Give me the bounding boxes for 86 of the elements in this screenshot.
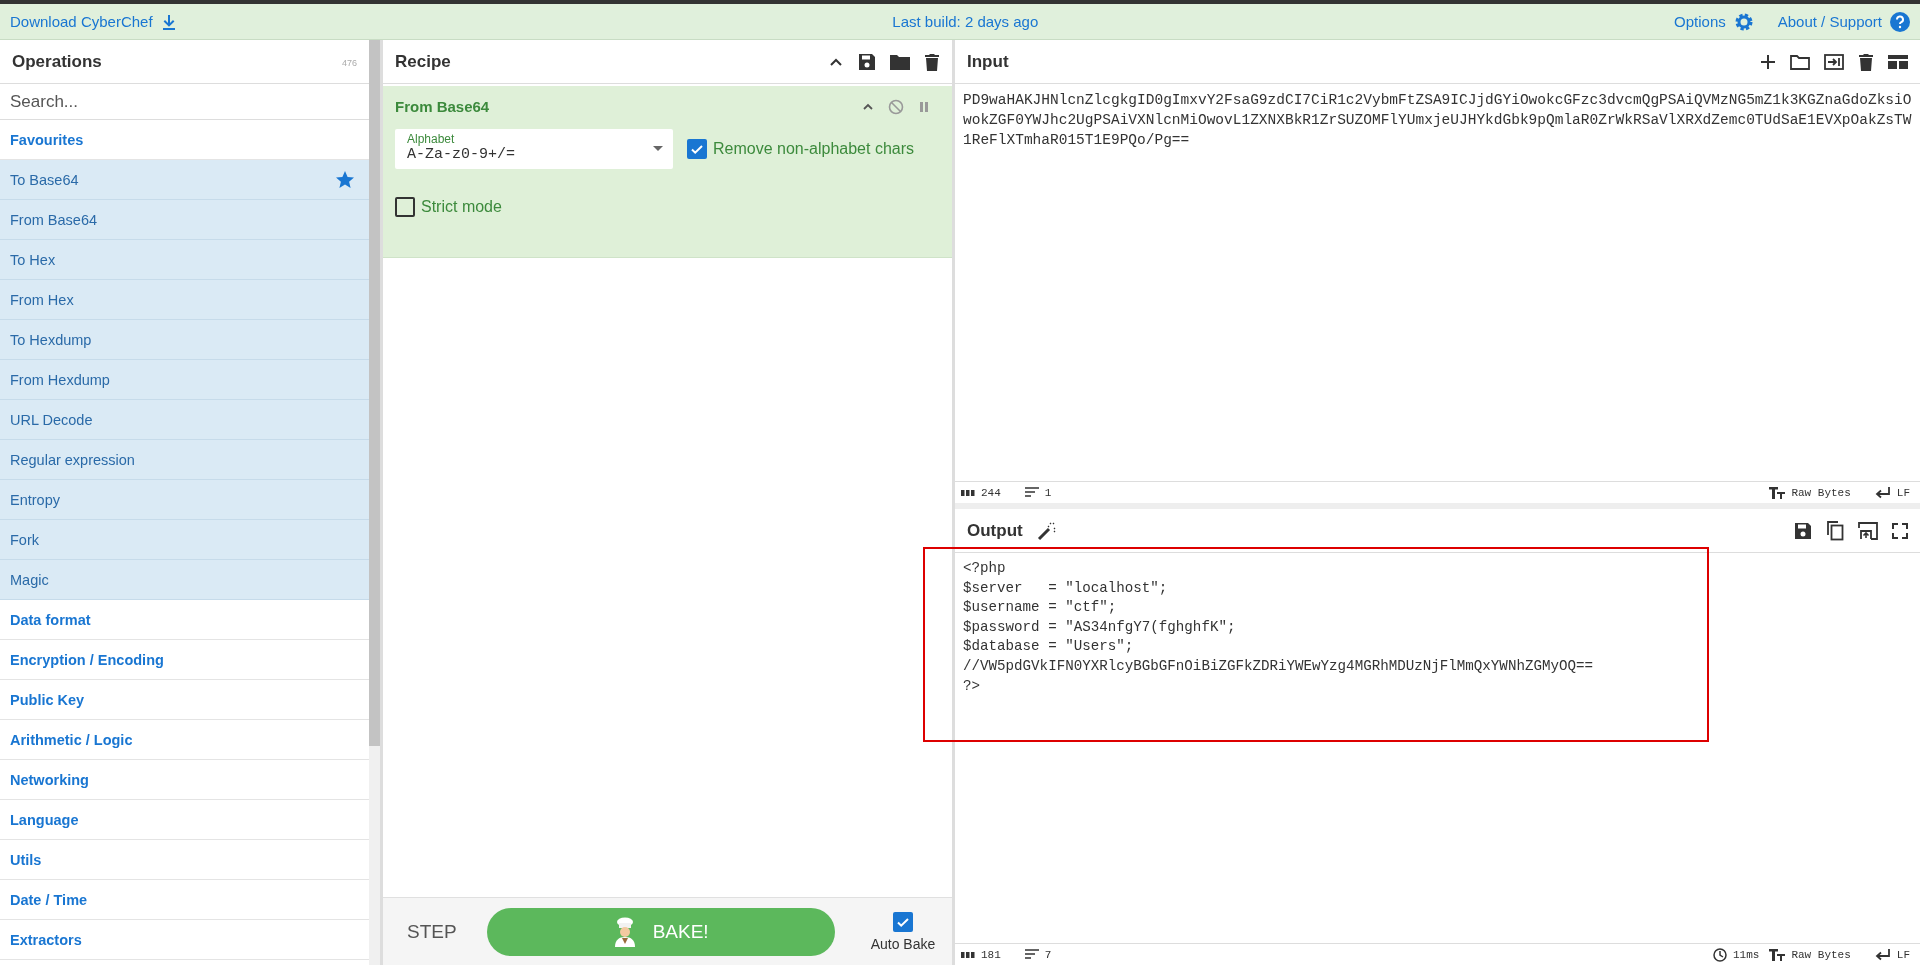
plus-icon[interactable]: [1760, 53, 1776, 70]
settings-icon[interactable]: [1733, 11, 1754, 32]
alphabet-select[interactable]: Alphabet A-Za-z0-9+/=: [395, 129, 673, 169]
operation-item[interactable]: From Hexdump: [0, 360, 369, 400]
operation-item[interactable]: To Base64: [0, 160, 369, 200]
line-count: 1: [1044, 486, 1052, 499]
step-button[interactable]: STEP: [407, 920, 457, 943]
bake-button[interactable]: BAKE!: [486, 907, 835, 956]
output-text-area[interactable]: <?php $server = "localhost"; $username = "ctf"; $password = "AS34nfgY7(fghghfK"; $database = "Users"; //VW5pdGVkIFN0YXRlcyBGbGFnOiBiZGFkZDRiYWEwYzg4MGRhMDUzNjFlMmQxYWNhZGMyOQ== ?>: [955, 553, 1920, 943]
category-header[interactable]: Utils: [0, 840, 369, 880]
code-line: $username = "ctf";: [963, 598, 1118, 618]
operation-item[interactable]: Fork: [0, 520, 369, 560]
layout-icon[interactable]: [1888, 53, 1908, 70]
panel-title: Recipe: [395, 51, 451, 72]
delete-icon[interactable]: [1858, 52, 1874, 71]
category-header[interactable]: Data format: [0, 600, 369, 640]
delete-icon[interactable]: [924, 52, 940, 71]
operation-item[interactable]: To Hex: [0, 240, 369, 280]
character-count: 181: [981, 948, 1001, 961]
about-link[interactable]: About / Support: [1777, 13, 1882, 30]
checkbox[interactable]: [892, 911, 913, 932]
lines-icon: [1024, 486, 1039, 499]
option-label: Strict mode: [421, 198, 502, 216]
caret-icon[interactable]: [653, 146, 663, 152]
category-header[interactable]: Language: [0, 800, 369, 840]
code-line: $server = "localhost";: [963, 578, 1169, 598]
eol-label[interactable]: LF: [1896, 486, 1910, 499]
panel-title: Output: [967, 520, 1023, 541]
operation-item[interactable]: Entropy: [0, 480, 369, 520]
category-header[interactable]: Public Key: [0, 680, 369, 720]
input-text-area[interactable]: PD9waHAKJHNlcnZlcgkgID0gImxvY2FsaG9zdCI7CiR1c2VybmFtZSA9ICJjdGYiOwokcGFzc3dvcmQgPSAiQVMzNG5mZ1k3KGZnaGdoZksiOwokZGF0YWJhc2UgPSAiVXNlcnMiOwovL1ZXNXBkR1ZrSUZOMFlYUmxjeUJHYkdGbk9pQmlaR0ZrWkRSaVlXRXdZemc0TUdSaE1EVXpOakZsTW1ReFlXTmhaR015T1E9PQo/Pg==: [955, 84, 1920, 481]
operation-item[interactable]: From Hex: [0, 280, 369, 320]
operation-count: 476: [341, 58, 357, 68]
magic-wand-icon[interactable]: [1036, 520, 1057, 541]
download-link[interactable]: Download CyberChef: [10, 13, 153, 30]
import-icon[interactable]: [1824, 53, 1844, 70]
category-header[interactable]: Date / Time: [0, 880, 369, 920]
character-count: 244: [981, 486, 1001, 499]
encoding-label[interactable]: Raw Bytes: [1791, 486, 1851, 499]
build-info: Last build: 2 days ago: [891, 13, 1040, 30]
download-icon[interactable]: [160, 13, 177, 30]
copy-icon[interactable]: [1826, 520, 1844, 541]
code-line: $database = "Users";: [963, 637, 1135, 657]
options-link[interactable]: Options: [1674, 13, 1726, 30]
option-label: Remove non-alphabet chars: [713, 140, 914, 158]
code-line: //VW5pdGVkIFN0YXRlcyBGbGFnOiBiZGFkZDRiYWEwYzg4MGRhMDUzNjFlMmQxYWNhZGMyOQ==: [963, 656, 1595, 676]
save-icon[interactable]: [858, 52, 876, 71]
text-size-icon[interactable]: [1769, 486, 1786, 499]
operation-item[interactable]: Magic: [0, 560, 369, 600]
characters-icon: [961, 951, 975, 958]
fullscreen-icon[interactable]: [1892, 522, 1908, 539]
panel-title: Input: [967, 51, 1009, 72]
operation-item[interactable]: URL Decode: [0, 400, 369, 440]
operation-item[interactable]: Regular expression: [0, 440, 369, 480]
category-header[interactable]: Extractors: [0, 920, 369, 960]
encoding-label[interactable]: Raw Bytes: [1791, 948, 1851, 961]
code-line: $password = "AS34nfgY7(fghghfK";: [963, 617, 1237, 637]
code-line: <?php: [963, 559, 1007, 578]
replace-input-icon[interactable]: [1858, 521, 1878, 540]
text-size-icon[interactable]: [1769, 948, 1786, 961]
line-count: 7: [1044, 948, 1052, 961]
auto-bake-label: Auto Bake: [870, 935, 936, 952]
panel-title: Operations: [12, 51, 102, 72]
star-icon[interactable]: [335, 170, 355, 190]
category-header[interactable]: Encryption / Encoding: [0, 640, 369, 680]
folder-icon[interactable]: [890, 53, 910, 70]
code-line: ?>: [963, 676, 982, 696]
operation-item[interactable]: To Hexdump: [0, 320, 369, 360]
folder-icon[interactable]: [1790, 53, 1810, 70]
return-icon[interactable]: [1874, 486, 1891, 499]
operation-name: From Base64: [395, 98, 490, 115]
eol-label[interactable]: LF: [1896, 948, 1910, 961]
scrollbar-thumb[interactable]: [369, 40, 380, 746]
lines-icon: [1024, 948, 1039, 961]
return-icon[interactable]: [1874, 948, 1891, 961]
clock-icon: [1712, 947, 1727, 962]
operation-item[interactable]: From Base64: [0, 200, 369, 240]
help-icon[interactable]: [1890, 11, 1910, 32]
characters-icon: [961, 489, 975, 496]
category-header[interactable]: Networking: [0, 760, 369, 800]
bake-time: 11ms: [1732, 948, 1760, 961]
save-icon[interactable]: [1794, 521, 1812, 540]
checkbox[interactable]: [687, 139, 707, 159]
checkbox[interactable]: [395, 197, 415, 217]
chef-icon: [612, 916, 637, 947]
category-header[interactable]: Arithmetic / Logic: [0, 720, 369, 760]
